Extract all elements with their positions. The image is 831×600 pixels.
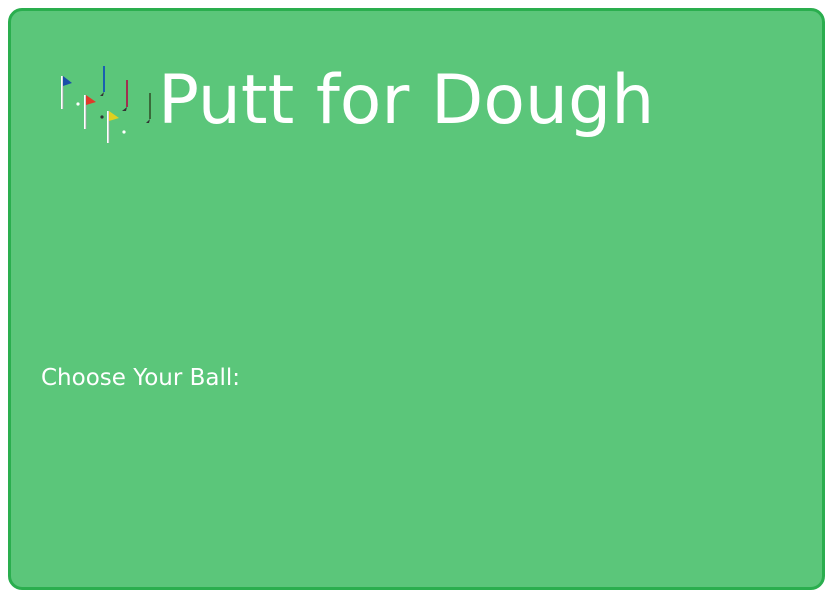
game-title: Putt for Dough (158, 61, 655, 140)
game-panel: Putt for Dough Choose Your Ball: (8, 8, 825, 590)
golf-flags-and-putters-icon (61, 66, 151, 143)
choose-ball-label: Choose Your Ball: (41, 365, 241, 391)
